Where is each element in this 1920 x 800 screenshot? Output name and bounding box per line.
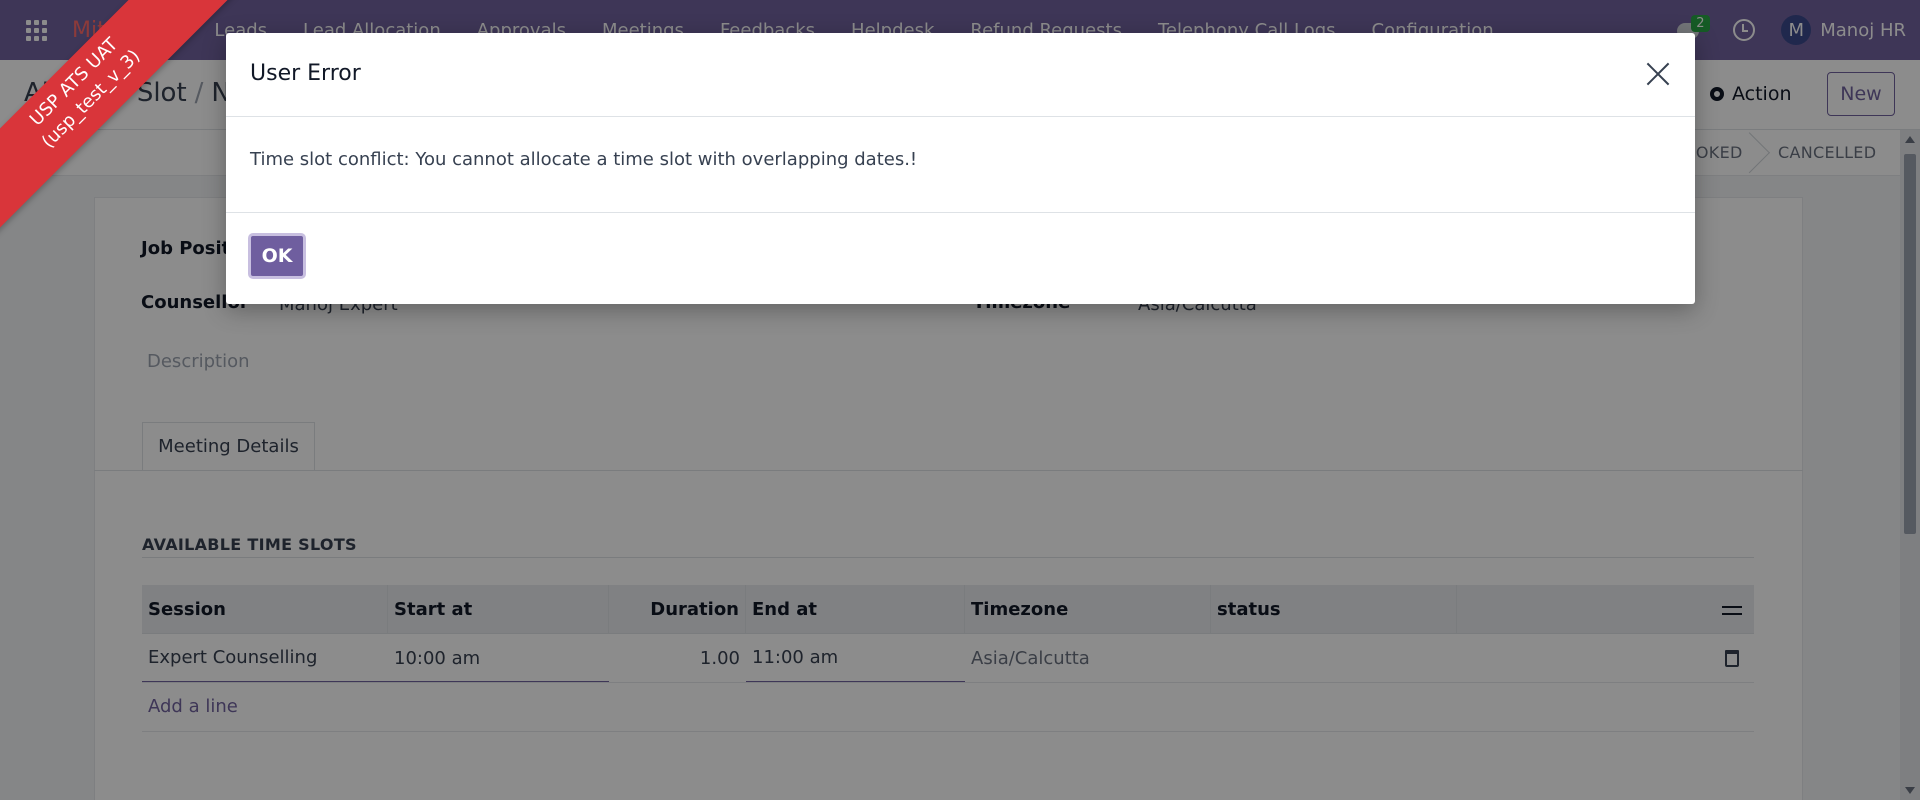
error-message: Time slot conflict: You cannot allocate … xyxy=(250,149,918,170)
dialog-footer: OK xyxy=(226,213,1695,303)
dialog-body: Time slot conflict: You cannot allocate … xyxy=(226,117,1695,213)
ok-button[interactable]: OK xyxy=(248,233,306,279)
error-dialog: User Error Time slot conflict: You canno… xyxy=(226,33,1695,304)
dialog-title: User Error xyxy=(250,61,361,86)
dialog-header: User Error xyxy=(226,33,1695,117)
close-icon[interactable] xyxy=(1645,61,1671,87)
